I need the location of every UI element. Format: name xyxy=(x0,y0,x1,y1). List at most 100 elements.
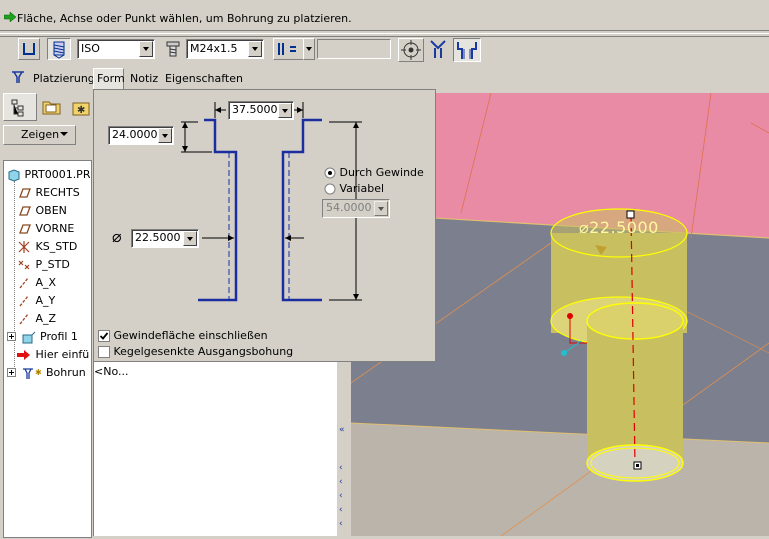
thread-profile-button[interactable] xyxy=(398,38,424,62)
tree-item-label: PRT0001.PR xyxy=(24,168,91,181)
thread-standard-select[interactable]: ISO xyxy=(77,39,155,59)
width-dimension-input[interactable]: 37.5000 xyxy=(228,101,294,120)
collapse-arrows[interactable]: « ‹ ‹ ‹ ‹ ‹ xyxy=(338,420,348,536)
tree-item-label: OBEN xyxy=(35,204,67,217)
diameter-value: 22.5000 xyxy=(135,231,181,244)
radio-variable[interactable]: Variabel xyxy=(324,182,384,196)
message-text: Fläche, Achse oder Punkt wählen, um Bohr… xyxy=(17,12,352,25)
tree-item-p-std[interactable]: P_STD xyxy=(16,256,70,274)
tree-item-label: A_X xyxy=(35,276,57,289)
expand-icon[interactable] xyxy=(7,368,17,378)
part-icon xyxy=(8,169,20,182)
tree-item-a-y[interactable]: A_Y xyxy=(16,292,55,310)
tree-item-a-z[interactable]: A_Z xyxy=(16,310,56,328)
tree-item-label: A_Z xyxy=(35,312,57,325)
svg-text:‹: ‹ xyxy=(339,477,343,487)
message-arrow-icon xyxy=(3,11,17,23)
datum-plane-icon xyxy=(19,224,31,234)
chevron-down-icon[interactable] xyxy=(248,41,262,57)
tree-item-rechts[interactable]: RECHTS xyxy=(16,184,80,202)
counterbore-button[interactable] xyxy=(453,38,481,62)
diameter-symbol: ⌀ xyxy=(112,227,122,246)
tree-item-label: RECHTS xyxy=(35,186,80,199)
screw-size-value: M24x1.5 xyxy=(190,42,238,55)
width-dimension-value: 37.5000 xyxy=(232,103,278,116)
hole-dashboard-toolbar: ISO M24x1.5 xyxy=(0,36,769,64)
expand-icon[interactable] xyxy=(7,332,17,342)
tab-favorites[interactable]: ✱ xyxy=(70,96,94,118)
tree-item-bohrung[interactable]: ✱ Bohrun xyxy=(7,364,86,382)
dimension-arrow xyxy=(353,294,359,300)
dimension-arrow xyxy=(215,107,221,113)
tree-item-profil[interactable]: Profil 1 xyxy=(7,328,78,346)
tree-item-ks-std[interactable]: KS_STD xyxy=(16,238,77,256)
svg-text:✱: ✱ xyxy=(77,105,85,116)
message-bar: Fläche, Achse oder Punkt wählen, um Bohr… xyxy=(0,0,769,37)
show-menu-button[interactable]: Zeigen xyxy=(3,125,76,145)
tab-form[interactable]: Form xyxy=(93,68,125,90)
tree-item-part[interactable]: PRT0001.PR xyxy=(7,166,90,184)
tab-folder-browser[interactable] xyxy=(38,96,66,118)
radio-through-thread[interactable]: Durch Gewinde xyxy=(324,166,424,180)
svg-text:‹: ‹ xyxy=(339,505,343,515)
tree-item-a-x[interactable]: A_X xyxy=(16,274,56,292)
chevron-down-icon[interactable] xyxy=(139,41,153,57)
checkbox-include-thread-surface[interactable]: Gewindefläche einschließen xyxy=(98,329,268,343)
checkbox-countersunk-exit-label: Kegelgesenkte Ausgangsbohung xyxy=(113,345,294,358)
datum-plane-icon xyxy=(19,206,31,216)
screw-size-select[interactable]: M24x1.5 xyxy=(186,39,264,59)
simple-hole-button[interactable] xyxy=(18,38,40,60)
svg-text:✱: ✱ xyxy=(35,368,42,377)
tree-item-insert-here[interactable]: Hier einfü xyxy=(16,346,89,364)
message-separator xyxy=(0,30,769,34)
depth-dimension-input[interactable]: 24.0000 xyxy=(108,126,174,145)
svg-text:‹: ‹ xyxy=(339,491,343,501)
svg-text:«: « xyxy=(339,425,345,435)
depth-option-button[interactable] xyxy=(273,38,305,60)
datum-axis-icon xyxy=(19,277,29,289)
radio-unchecked-icon xyxy=(324,183,336,195)
depth-blind-icon xyxy=(278,43,296,55)
datum-axis-icon xyxy=(19,295,29,307)
tree-item-label: Profil 1 xyxy=(40,330,78,343)
chevron-down-icon xyxy=(306,47,312,51)
tree-item-label: Hier einfü xyxy=(35,348,90,361)
radio-checked-icon xyxy=(324,167,336,179)
checkbox-checked-icon xyxy=(98,330,110,342)
tab-model-tree[interactable] xyxy=(3,93,37,121)
depth-dropdown-button[interactable] xyxy=(303,38,315,60)
model-tree-icon xyxy=(11,99,24,117)
checkbox-include-thread-surface-label: Gewindefläche einschließen xyxy=(113,329,268,342)
folder-icon xyxy=(42,101,61,115)
depth-value-field[interactable] xyxy=(317,39,391,59)
tree-item-oben[interactable]: OBEN xyxy=(16,202,67,220)
svg-text:‹: ‹ xyxy=(339,463,343,473)
countersink-button[interactable] xyxy=(426,38,450,60)
crosshair-icon xyxy=(401,40,421,60)
standard-hole-button[interactable] xyxy=(47,38,71,60)
diameter-input[interactable]: 22.5000 xyxy=(131,229,199,248)
datum-point-icon xyxy=(18,260,30,270)
diameter-dimension-label[interactable]: ⌀22.5000 xyxy=(579,218,659,237)
datum-plane-icon xyxy=(19,188,31,198)
variable-depth-input: 54.0000 xyxy=(322,199,390,218)
note-row[interactable]: <No... xyxy=(94,365,128,378)
profile-left xyxy=(198,118,238,302)
tab-notiz[interactable]: Notiz xyxy=(130,72,158,85)
dimension-arrow xyxy=(297,107,303,113)
checkbox-countersunk-exit[interactable]: Kegelgesenkte Ausgangsbohung xyxy=(98,345,293,359)
thread-top-ring xyxy=(586,302,684,340)
chevron-left-icon: « ‹ ‹ ‹ ‹ ‹ xyxy=(339,425,345,529)
tree-item-vorne[interactable]: VORNE xyxy=(16,220,74,238)
chevron-down-icon[interactable] xyxy=(158,128,172,143)
tab-platzierung[interactable]: Platzierung xyxy=(33,72,95,85)
datum-axis-icon xyxy=(19,313,29,325)
chevron-down-icon[interactable] xyxy=(278,103,292,118)
extrude-icon xyxy=(22,331,35,344)
svg-text:‹: ‹ xyxy=(339,519,343,529)
screw-size-icon xyxy=(165,40,181,58)
hole-icon: ✱ xyxy=(22,368,42,379)
dimension-arrow xyxy=(182,146,188,152)
tab-eigenschaften[interactable]: Eigenschaften xyxy=(165,72,243,85)
chevron-down-icon[interactable] xyxy=(183,231,197,246)
